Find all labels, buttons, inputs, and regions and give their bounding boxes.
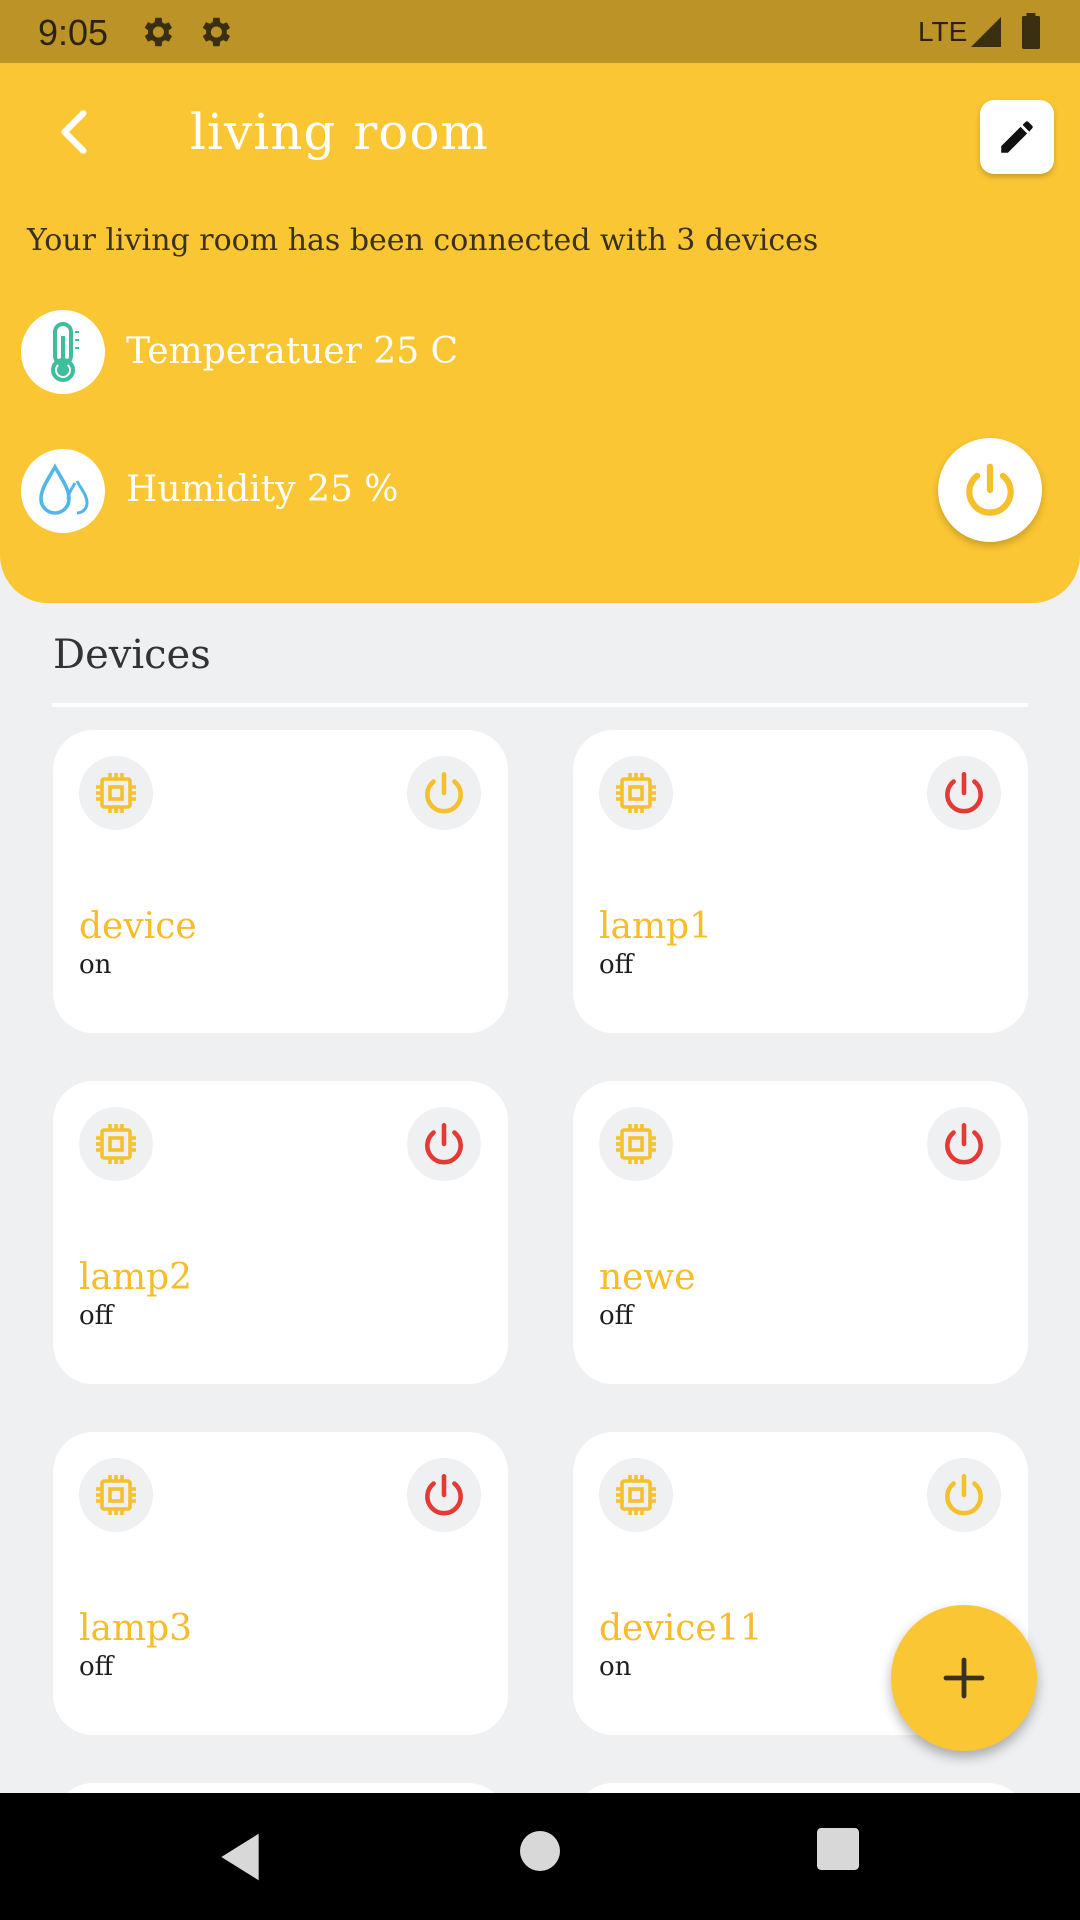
edit-button[interactable] — [980, 100, 1054, 174]
plus-icon — [943, 1657, 985, 1699]
navigation-bar — [0, 1793, 1080, 1920]
page-title: living room — [190, 103, 489, 161]
power-icon — [945, 771, 983, 814]
device-status: on — [79, 950, 112, 980]
nav-recent-apps-icon[interactable] — [817, 1828, 859, 1870]
device-status: off — [79, 1301, 114, 1331]
water-drop-icon — [39, 463, 89, 515]
nav-home-icon[interactable] — [520, 1831, 560, 1871]
device-card[interactable]: newe off — [573, 1081, 1028, 1384]
device-name: lamp1 — [599, 906, 713, 947]
device-power-toggle[interactable] — [407, 756, 481, 830]
chip-icon — [96, 1475, 136, 1515]
device-power-toggle[interactable] — [927, 756, 1001, 830]
power-icon — [945, 1473, 983, 1516]
chip-icon — [616, 1124, 656, 1164]
network-label: LTE — [918, 16, 968, 47]
chip-icon — [96, 773, 136, 813]
temperature-sensor — [21, 310, 105, 394]
nav-back-icon[interactable] — [215, 1829, 265, 1885]
device-power-toggle[interactable] — [927, 1458, 1001, 1532]
device-power-toggle[interactable] — [407, 1458, 481, 1532]
device-status: off — [79, 1652, 114, 1682]
power-icon — [425, 1473, 463, 1516]
add-device-button[interactable] — [891, 1605, 1037, 1751]
room-header: living room Your living room has been co… — [0, 63, 1080, 603]
device-name: device — [79, 906, 197, 947]
device-card[interactable]: device on — [53, 730, 508, 1033]
power-icon — [945, 1122, 983, 1165]
status-bar: 9:05 LTE — [0, 0, 1080, 63]
humidity-sensor — [21, 449, 105, 533]
device-name: device11 — [599, 1608, 763, 1649]
temperature-label: Temperatuer 25 C — [126, 331, 459, 372]
room-description: Your living room has been connected with… — [27, 223, 819, 258]
device-card[interactable]: lamp3 off — [53, 1432, 508, 1735]
device-status: off — [599, 1301, 634, 1331]
signal-icon — [971, 17, 1001, 47]
device-card[interactable]: lamp2 off — [53, 1081, 508, 1384]
power-icon — [425, 771, 463, 814]
chip-icon — [96, 1124, 136, 1164]
thermometer-icon — [51, 322, 79, 382]
chip-icon-badge — [599, 1458, 673, 1532]
chip-icon-badge — [599, 756, 673, 830]
chip-icon-badge — [79, 756, 153, 830]
gear-icon — [144, 17, 173, 47]
humidity-label: Humidity 25 % — [126, 469, 399, 510]
chip-icon-badge — [599, 1107, 673, 1181]
chip-icon-badge — [79, 1458, 153, 1532]
power-icon — [966, 463, 1014, 516]
gear-icon — [202, 17, 231, 47]
power-icon — [425, 1122, 463, 1165]
chip-icon — [616, 1475, 656, 1515]
room-power-button[interactable] — [938, 438, 1042, 542]
device-name: lamp3 — [79, 1608, 193, 1649]
chip-icon-badge — [79, 1107, 153, 1181]
device-name: lamp2 — [79, 1257, 193, 1298]
chip-icon — [616, 773, 656, 813]
device-power-toggle[interactable] — [407, 1107, 481, 1181]
pencil-icon — [1001, 121, 1033, 153]
device-power-toggle[interactable] — [927, 1107, 1001, 1181]
divider — [52, 703, 1028, 707]
battery-icon — [1022, 13, 1040, 49]
device-name: newe — [599, 1257, 696, 1298]
back-arrow-icon[interactable] — [50, 107, 100, 157]
status-time: 9:05 — [38, 12, 109, 53]
device-status: off — [599, 950, 634, 980]
devices-heading: Devices — [53, 632, 211, 678]
device-status: on — [599, 1652, 632, 1682]
device-card[interactable]: lamp1 off — [573, 730, 1028, 1033]
